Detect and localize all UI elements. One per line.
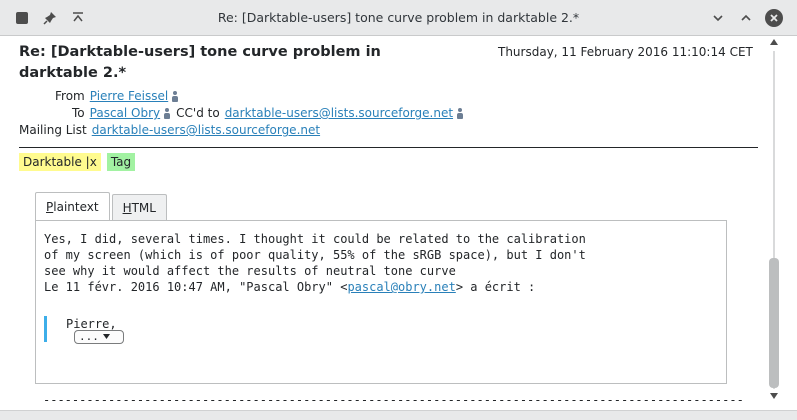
- message-viewer: Re: [Darktable-users] tone curve problem…: [0, 37, 797, 420]
- to-label: To: [72, 106, 85, 120]
- chevron-down-icon: [102, 331, 110, 343]
- message-body-panel: Yes, I did, several times. I thought it …: [35, 220, 727, 384]
- mailing-list-row: Mailing List darktable-users@lists.sourc…: [19, 123, 320, 137]
- quote-bar: [44, 316, 47, 342]
- from-link[interactable]: Pierre Feissel: [90, 89, 168, 103]
- message-date: Thursday, 11 February 2016 11:10:14 CET: [498, 45, 753, 59]
- tab-html-label: TML: [131, 200, 156, 215]
- mailing-list-label: Mailing List: [19, 123, 87, 137]
- person-icon[interactable]: [164, 107, 171, 119]
- titlebar-right-controls: [709, 9, 783, 27]
- message-subject: Re: [Darktable-users] tone curve problem…: [19, 44, 381, 81]
- from-row: From Pierre Feissel: [55, 89, 184, 103]
- person-icon[interactable]: [172, 90, 179, 102]
- body-line: Yes, I did, several times. I thought it …: [44, 232, 586, 246]
- scroll-up-icon[interactable]: [767, 37, 781, 49]
- scroll-down-icon[interactable]: [767, 391, 781, 403]
- minimize-icon[interactable]: [709, 9, 727, 27]
- body-format-tabs: Plaintext H TML: [35, 192, 169, 220]
- attribution-line: Le 11 févr. 2016 10:47 AM, "Pascal Obry"…: [44, 279, 586, 295]
- expand-quote-button[interactable]: ...: [74, 330, 124, 344]
- expand-quote-label: ...: [79, 330, 99, 343]
- window-bottom-edge: [0, 410, 797, 420]
- tag-tag[interactable]: Tag: [106, 153, 136, 171]
- tab-plaintext-label: laintext: [53, 199, 99, 214]
- close-icon[interactable]: [765, 9, 783, 27]
- body-line: of my screen (which is of poor quality, …: [44, 248, 586, 262]
- body-line: see why it would affect the results of n…: [44, 264, 456, 278]
- tab-plaintext-accel: P: [46, 199, 54, 214]
- scrollbar-thumb[interactable]: [769, 258, 779, 388]
- tag-bar: Darktable |x Tag: [19, 153, 136, 171]
- window-title: Re: [Darktable-users] tone curve problem…: [217, 10, 580, 25]
- attribution-email-link[interactable]: pascal@obry.net: [347, 280, 455, 294]
- maximize-icon[interactable]: [737, 9, 755, 27]
- tab-html-accel: H: [122, 200, 132, 215]
- tag-darktable[interactable]: Darktable |x: [19, 153, 101, 171]
- window-titlebar: Re: [Darktable-users] tone curve problem…: [0, 0, 797, 36]
- attribution-prefix: Le 11 févr. 2016 10:47 AM, "Pascal Obry"…: [44, 280, 348, 294]
- mailing-list-link[interactable]: darktable-users@lists.sourceforge.net: [92, 123, 320, 137]
- message-body: Yes, I did, several times. I thought it …: [44, 231, 586, 295]
- person-icon[interactable]: [457, 107, 464, 119]
- from-label: From: [55, 89, 85, 103]
- to-row: To Pascal Obry CC'd to darktable-users@l…: [72, 106, 469, 120]
- to-link[interactable]: Pascal Obry: [90, 106, 161, 120]
- cc-link[interactable]: darktable-users@lists.sourceforge.net: [225, 106, 453, 120]
- attribution-suffix: > a écrit :: [455, 280, 536, 294]
- header-divider: [19, 147, 758, 148]
- tab-html[interactable]: H TML: [111, 194, 167, 220]
- signature-separator: ----------------------------------------…: [43, 393, 743, 407]
- vertical-scrollbar[interactable]: [767, 37, 781, 403]
- cc-label: CC'd to: [176, 106, 220, 120]
- tab-plaintext[interactable]: Plaintext: [35, 192, 110, 220]
